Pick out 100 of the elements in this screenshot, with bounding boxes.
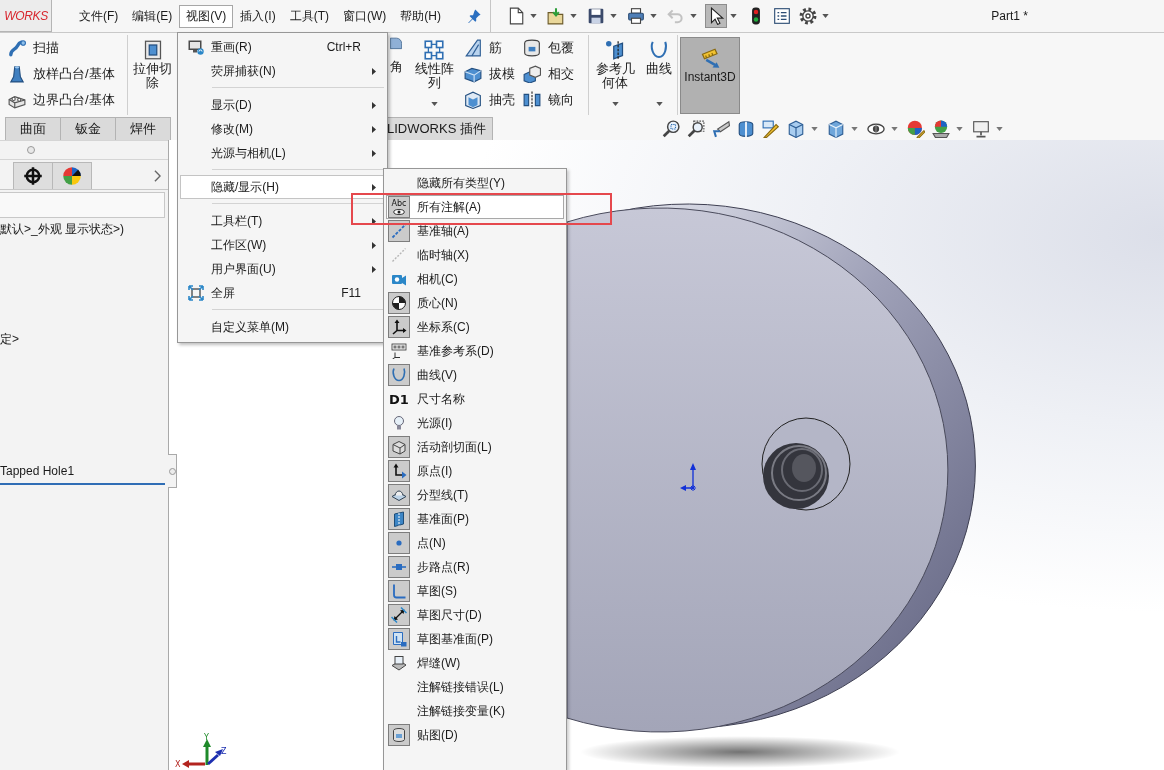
pin-icon[interactable] [467, 9, 481, 23]
menu-item[interactable]: 全屏 F11 [180, 281, 385, 305]
menu-bar-item[interactable]: 帮助(H) [393, 4, 448, 28]
panel-tab[interactable] [13, 162, 53, 189]
menu-item[interactable]: 草图基准面(P) [386, 627, 564, 651]
list-document-icon [773, 7, 791, 25]
menu-item[interactable]: 光源与相机(L) [180, 141, 385, 165]
ribbon-button[interactable]: 镜向 [523, 87, 574, 113]
annotation-eye-icon: Abc [388, 196, 410, 218]
app-logo: WORKS [0, 0, 52, 32]
menu-item[interactable]: D1 尺寸名称 [386, 387, 564, 411]
caret-icon[interactable] [530, 14, 537, 18]
ribbon-button[interactable]: 放样凸台/基体 [8, 61, 115, 87]
menu-item[interactable]: 原点(I) [386, 459, 564, 483]
menu-bar-item[interactable]: 文件(F) [72, 4, 126, 28]
menu-item[interactable]: 显示(D) [180, 93, 385, 117]
caret-icon[interactable] [995, 126, 1003, 131]
caret-icon[interactable] [850, 126, 858, 131]
caret-icon[interactable] [890, 126, 898, 131]
caret-icon[interactable] [611, 102, 619, 106]
save-icon [587, 7, 605, 25]
tab[interactable]: 曲面 [5, 117, 61, 140]
ribbon-button[interactable]: 包覆 [523, 35, 574, 61]
caret-icon[interactable] [810, 126, 818, 131]
menu-item[interactable]: 隐藏所有类型(Y) [386, 171, 564, 195]
previous-view-icon[interactable] [711, 119, 730, 138]
menu-item[interactable]: 曲线(V) [386, 363, 564, 387]
toolbar-button[interactable] [705, 4, 727, 28]
ribbon-button[interactable]: 筋 [464, 35, 515, 61]
menu-bar-item[interactable]: 视图(V) [179, 4, 234, 28]
ribbon-button[interactable]: 拔模 [464, 61, 515, 87]
caret-icon[interactable] [650, 14, 657, 18]
ribbon-button[interactable]: 拉伸切除 [130, 35, 175, 115]
caret-icon[interactable] [430, 102, 438, 106]
ribbon-button[interactable]: 扫描 [8, 35, 115, 61]
grip-dot-icon[interactable] [27, 146, 35, 154]
caret-icon[interactable] [730, 14, 737, 18]
caret-icon[interactable] [822, 14, 829, 18]
monitor-icon[interactable] [971, 119, 990, 138]
menu-item[interactable]: 活动剖切面(L) [386, 435, 564, 459]
pencil-note-icon[interactable] [761, 119, 780, 138]
view-triad-icon[interactable] [182, 739, 223, 768]
menu-item[interactable]: 草图(S) [386, 579, 564, 603]
menu-item[interactable]: 坐标系(C) [386, 315, 564, 339]
ruler-arrow-icon [700, 48, 720, 68]
ribbon-button[interactable]: 角 [389, 35, 404, 115]
ribbon-button[interactable]: 边界凸台/基体 [8, 87, 115, 113]
menu-item[interactable]: 点(N) [386, 531, 564, 555]
menu-item[interactable]: 工具栏(T) [180, 209, 385, 233]
menu-item[interactable]: 焊缝(W) [386, 651, 564, 675]
caret-icon[interactable] [610, 14, 617, 18]
menu-item[interactable]: 基准参考系(D) [386, 339, 564, 363]
ribbon-button[interactable]: Instant3D [680, 37, 740, 114]
caret-icon[interactable] [955, 126, 963, 131]
tree-item[interactable]: 定> [0, 332, 19, 347]
menu-item[interactable]: 步路点(R) [386, 555, 564, 579]
menu-item[interactable]: 质心(N) [386, 291, 564, 315]
menu-item[interactable]: 注解链接变量(K) [386, 699, 564, 723]
filter-field[interactable] [0, 192, 165, 218]
menu-item[interactable]: 基准面(P) [386, 507, 564, 531]
color-ball-pencil-icon[interactable] [906, 119, 925, 138]
menu-item[interactable]: 贴图(D) [386, 723, 564, 747]
ribbon-button[interactable]: 参考几何体 [593, 35, 637, 115]
ribbon-button[interactable]: 相交 [523, 61, 574, 87]
menu-item[interactable]: 隐藏/显示(H) [180, 175, 385, 199]
cube-icon[interactable] [786, 119, 805, 138]
menu-item[interactable]: 重画(R) Ctrl+R [180, 35, 385, 59]
caret-icon[interactable] [655, 102, 663, 106]
tree-item[interactable]: Tapped Hole1 [0, 464, 75, 479]
menu-item[interactable]: 分型线(T) [386, 483, 564, 507]
menu-item[interactable]: 注解链接错误(L) [386, 675, 564, 699]
menu-item[interactable]: 草图尺寸(D) [386, 603, 564, 627]
menu-item[interactable]: 光源(I) [386, 411, 564, 435]
scene-ball-icon[interactable] [931, 119, 950, 138]
menu-bar-item[interactable]: 窗口(W) [336, 4, 394, 28]
menu-item[interactable]: 自定义菜单(M) [180, 315, 385, 339]
ribbon-button[interactable]: 曲线 [643, 35, 675, 115]
menu-item[interactable]: 临时轴(X) [386, 243, 564, 267]
zoom-area-icon[interactable] [686, 119, 705, 138]
ribbon-button[interactable]: 抽壳 [464, 87, 515, 113]
section-view-icon[interactable] [736, 119, 755, 138]
tree-item[interactable]: 默认>_外观 显示状态>) [0, 222, 125, 237]
menu-item[interactable]: 相机(C) [386, 267, 564, 291]
menu-bar-item[interactable]: 插入(I) [233, 4, 283, 28]
menu-item[interactable]: 荧屏捕获(N) [180, 59, 385, 83]
panel-tab[interactable] [52, 162, 92, 189]
chevron-right-icon[interactable] [154, 169, 161, 182]
dimension-glyph-icon: D1 [388, 388, 410, 410]
menu-item[interactable]: 工作区(W) [180, 233, 385, 257]
zoom-fit-icon[interactable] [661, 119, 680, 138]
tab[interactable]: 钣金 [60, 117, 116, 140]
printer-icon [627, 7, 645, 25]
shaded-cube-icon[interactable] [826, 119, 845, 138]
tab[interactable]: 焊件 [115, 117, 171, 140]
color-wheel-icon [62, 166, 82, 186]
menu-item[interactable]: 用户界面(U) [180, 257, 385, 281]
menu-bar-item[interactable]: 工具(T) [282, 4, 336, 28]
menu-bar-item[interactable]: 编辑(E) [125, 4, 180, 28]
caret-icon[interactable] [570, 14, 577, 18]
ribbon-button[interactable]: 线性阵列 [412, 35, 456, 115]
